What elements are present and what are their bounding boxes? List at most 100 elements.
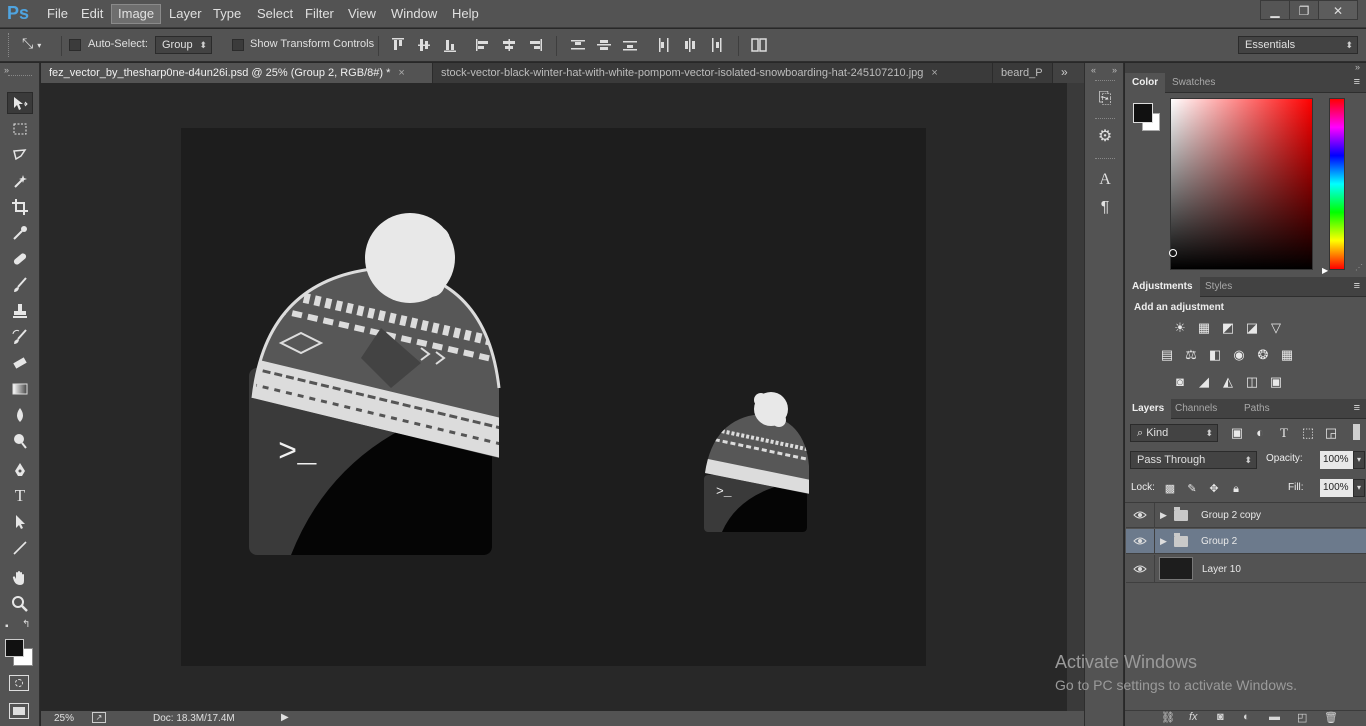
magic-wand-tool[interactable] bbox=[7, 170, 33, 192]
lock-all-icon[interactable]: 🔒︎ bbox=[1228, 481, 1244, 497]
layer-row-layer-10[interactable]: Layer 10 bbox=[1126, 555, 1366, 583]
brush-tool[interactable] bbox=[7, 274, 33, 296]
layer-name[interactable]: Layer 10 bbox=[1202, 564, 1241, 575]
opacity-input[interactable]: 100% bbox=[1320, 451, 1353, 469]
filter-type-icon[interactable]: T bbox=[1276, 425, 1292, 441]
levels-icon[interactable]: ▦ bbox=[1196, 320, 1212, 336]
distribute-bottom-icon[interactable] bbox=[622, 37, 638, 53]
filter-adjustment-icon[interactable]: ◐ bbox=[1252, 425, 1268, 441]
brightness-contrast-icon[interactable]: ☀ bbox=[1172, 320, 1188, 336]
zoom-tool[interactable] bbox=[7, 593, 33, 615]
menu-edit[interactable]: Edit bbox=[75, 4, 109, 24]
clone-stamp-tool[interactable] bbox=[7, 300, 33, 322]
eraser-tool[interactable] bbox=[7, 352, 33, 374]
line-tool[interactable] bbox=[7, 537, 33, 559]
add-mask-icon[interactable]: ◙ bbox=[1217, 711, 1224, 723]
document-tab-stock-vector[interactable]: stock-vector-black-winter-hat-with-white… bbox=[433, 63, 993, 83]
tab-layers[interactable]: Layers bbox=[1125, 399, 1172, 419]
close-icon[interactable]: × bbox=[398, 67, 404, 79]
tab-swatches[interactable]: Swatches bbox=[1165, 73, 1222, 93]
fill-dropdown-arrow-icon[interactable]: ▾ bbox=[1353, 479, 1365, 497]
workspace-dropdown[interactable]: Essentials ⬍ bbox=[1238, 36, 1358, 54]
tab-color[interactable]: Color bbox=[1125, 73, 1166, 93]
color-picker-cursor[interactable] bbox=[1169, 249, 1177, 257]
gradient-map-icon[interactable]: ◫ bbox=[1244, 374, 1260, 390]
close-icon[interactable]: × bbox=[931, 67, 937, 79]
pen-tool[interactable] bbox=[7, 459, 33, 481]
align-vcenter-icon[interactable] bbox=[416, 37, 432, 53]
distribute-left-icon[interactable] bbox=[656, 37, 672, 53]
history-brush-tool[interactable] bbox=[7, 326, 33, 348]
exposure-icon[interactable]: ◪ bbox=[1244, 320, 1260, 336]
blur-tool[interactable] bbox=[7, 404, 33, 426]
align-top-icon[interactable] bbox=[390, 37, 406, 53]
hand-tool[interactable] bbox=[7, 567, 33, 589]
restore-button[interactable]: ❐ bbox=[1289, 0, 1319, 20]
expand-arrows-icon[interactable]: » bbox=[1112, 65, 1117, 75]
layer-filter-dropdown[interactable]: ⌕ Kind ⬍ bbox=[1130, 424, 1218, 442]
color-balance-icon[interactable]: ⚖ bbox=[1183, 347, 1199, 363]
black-white-icon[interactable]: ◧ bbox=[1207, 347, 1223, 363]
gradient-tool[interactable] bbox=[7, 378, 33, 400]
document-tab-beard[interactable]: beard_P bbox=[993, 63, 1053, 83]
new-group-icon[interactable]: ▬ bbox=[1269, 711, 1280, 723]
dodge-tool[interactable] bbox=[7, 430, 33, 452]
auto-select-checkbox[interactable] bbox=[69, 39, 81, 51]
opacity-dropdown-arrow-icon[interactable]: ▾ bbox=[1353, 451, 1365, 469]
filter-pixel-icon[interactable]: ▣ bbox=[1229, 425, 1245, 441]
menu-file[interactable]: File bbox=[41, 4, 74, 24]
lasso-tool[interactable] bbox=[7, 144, 33, 166]
show-transform-checkbox[interactable] bbox=[232, 39, 244, 51]
panel-grip[interactable] bbox=[1095, 158, 1115, 159]
photo-filter-icon[interactable]: ◉ bbox=[1231, 347, 1247, 363]
expand-triangle-icon[interactable]: ▶ bbox=[1160, 536, 1167, 547]
panel-grip[interactable] bbox=[8, 75, 32, 76]
align-left-icon[interactable] bbox=[475, 37, 491, 53]
type-tool[interactable]: T bbox=[7, 485, 33, 507]
tab-paths[interactable]: Paths bbox=[1237, 399, 1277, 419]
align-hcenter-icon[interactable] bbox=[501, 37, 517, 53]
panel-menu-icon[interactable]: ≡ bbox=[1354, 402, 1360, 414]
color-foreground-swatch[interactable] bbox=[1133, 103, 1153, 123]
layer-row-group-2-copy[interactable]: ▶ Group 2 copy bbox=[1126, 503, 1366, 528]
hue-saturation-icon[interactable]: ▤ bbox=[1159, 347, 1175, 363]
lock-transparent-icon[interactable]: ▩ bbox=[1162, 481, 1178, 497]
layer-name[interactable]: Group 2 copy bbox=[1201, 510, 1261, 521]
align-right-icon[interactable] bbox=[527, 37, 543, 53]
distribute-right-icon[interactable] bbox=[708, 37, 724, 53]
status-menu-arrow-icon[interactable]: ▶ bbox=[281, 712, 289, 723]
menu-select[interactable]: Select bbox=[251, 4, 299, 24]
canvas-area[interactable]: >_ >_ bbox=[41, 83, 1067, 711]
move-tool[interactable] bbox=[7, 92, 33, 114]
vibrance-icon[interactable]: ▽ bbox=[1268, 320, 1284, 336]
color-picker-field[interactable] bbox=[1169, 98, 1313, 270]
distribute-vcenter-icon[interactable] bbox=[596, 37, 612, 53]
channel-mixer-icon[interactable]: ❂ bbox=[1255, 347, 1271, 363]
document-tab-fez[interactable]: fez_vector_by_thesharp0ne-d4un26i.psd @ … bbox=[41, 63, 433, 83]
filter-shape-icon[interactable]: ⬚ bbox=[1300, 425, 1316, 441]
foreground-color-swatch[interactable] bbox=[5, 639, 24, 657]
panel-grip[interactable] bbox=[1095, 118, 1115, 119]
path-selection-tool[interactable] bbox=[7, 511, 33, 533]
tab-channels[interactable]: Channels bbox=[1168, 399, 1224, 419]
close-window-button[interactable]: ✕ bbox=[1318, 0, 1358, 20]
menu-help[interactable]: Help bbox=[446, 4, 485, 24]
hue-slider[interactable] bbox=[1329, 98, 1345, 270]
threshold-icon[interactable]: ◭ bbox=[1220, 374, 1236, 390]
screen-mode-button[interactable] bbox=[9, 703, 29, 719]
collapse-arrows-icon[interactable]: « bbox=[1091, 65, 1096, 75]
invert-icon[interactable]: ◙ bbox=[1172, 374, 1188, 390]
vertical-scrollbar[interactable] bbox=[1067, 83, 1084, 711]
panel-menu-icon[interactable]: ≡ bbox=[1354, 76, 1360, 88]
quick-mask-button[interactable] bbox=[9, 675, 29, 691]
tab-adjustments[interactable]: Adjustments bbox=[1125, 277, 1200, 297]
eyedropper-tool[interactable] bbox=[7, 222, 33, 244]
align-bottom-icon[interactable] bbox=[442, 37, 458, 53]
menu-filter[interactable]: Filter bbox=[299, 4, 340, 24]
collapse-arrows-icon[interactable]: » bbox=[4, 65, 9, 75]
new-layer-icon[interactable]: ◰ bbox=[1297, 711, 1307, 724]
layer-thumbnail[interactable] bbox=[1159, 557, 1193, 580]
menu-type[interactable]: Type bbox=[207, 4, 247, 24]
swap-colors-icon[interactable]: ↰ bbox=[22, 619, 30, 630]
more-tabs-icon[interactable]: » bbox=[1061, 65, 1068, 79]
